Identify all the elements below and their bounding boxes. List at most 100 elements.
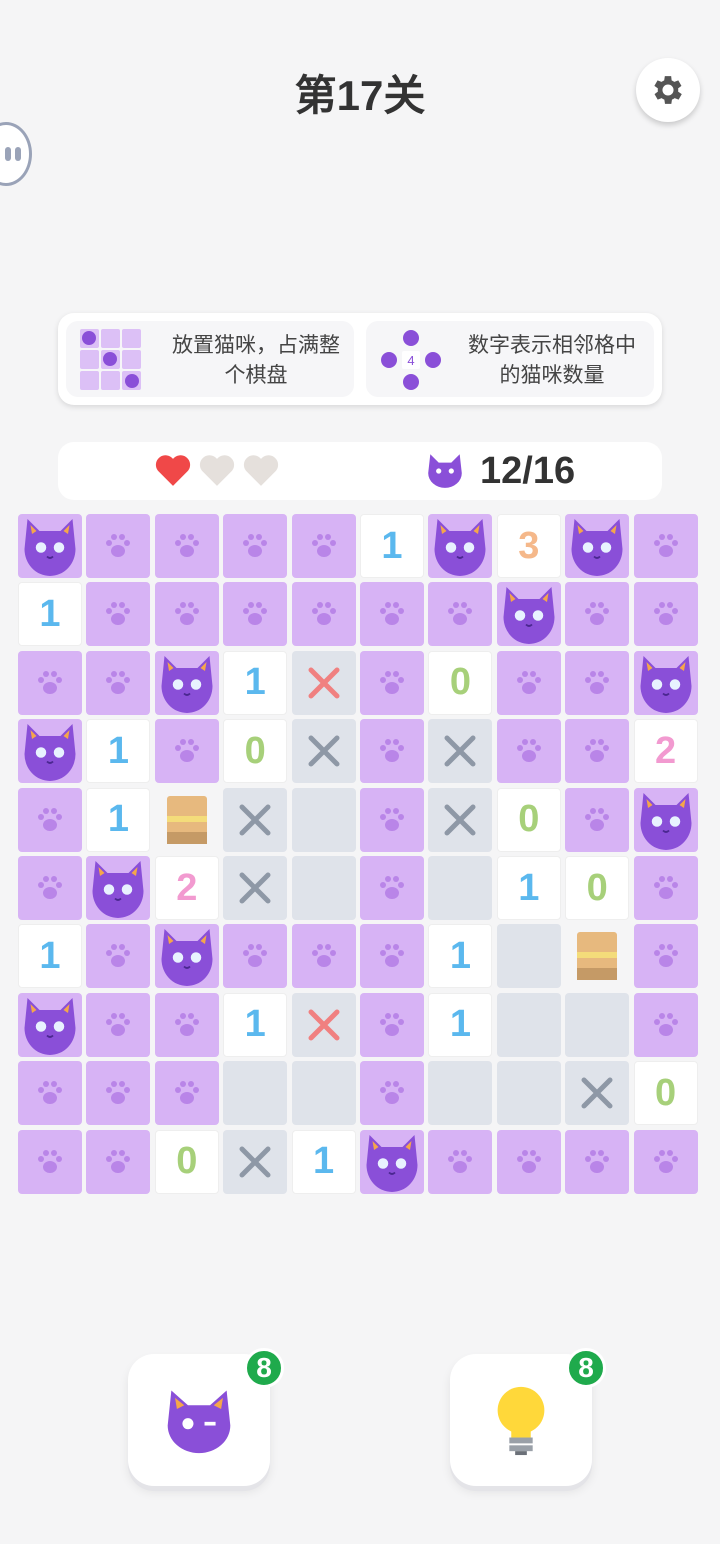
board-cell-number[interactable]: 2: [154, 856, 219, 920]
board-cell-x[interactable]: [428, 787, 493, 852]
board-cell-paw[interactable]: [223, 924, 288, 989]
board-cell-number[interactable]: 1: [428, 992, 493, 1057]
place-cat-button[interactable]: 8: [128, 1348, 284, 1486]
board-cell-empty[interactable]: [428, 856, 493, 920]
board-cell-number[interactable]: 2: [633, 719, 698, 784]
board-cell-x[interactable]: [428, 719, 493, 784]
board-cell-paw[interactable]: [154, 992, 219, 1057]
board-cell-empty[interactable]: [291, 1061, 356, 1126]
board-cell-paw[interactable]: [565, 582, 630, 647]
board-cell-paw[interactable]: [633, 992, 698, 1057]
board-cell-paw[interactable]: [223, 514, 288, 578]
board-cell-paw[interactable]: [496, 1129, 561, 1194]
board-cell-paw[interactable]: [154, 1061, 219, 1126]
board-cell-paw[interactable]: [360, 924, 424, 989]
board-cell-x[interactable]: [223, 856, 288, 920]
side-menu-button[interactable]: [0, 122, 32, 186]
board-cell-x[interactable]: [223, 787, 288, 852]
board-cell-paw[interactable]: [360, 992, 424, 1057]
board-cell-number[interactable]: 0: [223, 719, 288, 784]
board-cell-paw[interactable]: [565, 719, 630, 784]
board-cell-paw[interactable]: [633, 514, 698, 578]
board-cell-cat[interactable]: [154, 924, 219, 989]
board-cell-box[interactable]: [154, 787, 219, 852]
board-cell-paw[interactable]: [154, 582, 219, 647]
board-cell-paw[interactable]: [223, 582, 288, 647]
board-cell-paw[interactable]: [360, 650, 424, 715]
board-cell-paw[interactable]: [18, 650, 82, 715]
board-cell-number[interactable]: 1: [18, 924, 82, 989]
board-cell-number[interactable]: 0: [154, 1129, 219, 1194]
board-cell-paw[interactable]: [496, 650, 561, 715]
board-cell-cat[interactable]: [18, 514, 82, 578]
board-cell-number[interactable]: 1: [223, 992, 288, 1057]
board-cell-number[interactable]: 1: [86, 787, 151, 852]
board-cell-cat[interactable]: [18, 719, 82, 784]
board-cell-paw[interactable]: [496, 719, 561, 784]
board-cell-paw[interactable]: [154, 719, 219, 784]
board-cell-paw[interactable]: [360, 719, 424, 784]
board-cell-paw[interactable]: [633, 1129, 698, 1194]
board-cell-x[interactable]: [291, 719, 356, 784]
board-cell-number[interactable]: 3: [496, 514, 561, 578]
board-cell-empty[interactable]: [428, 1061, 493, 1126]
board-cell-number[interactable]: 1: [291, 1129, 356, 1194]
board-cell-paw[interactable]: [360, 856, 424, 920]
board-cell-paw[interactable]: [360, 582, 424, 647]
board-cell-empty[interactable]: [291, 856, 356, 920]
board-cell-number[interactable]: 0: [496, 787, 561, 852]
board-cell-paw[interactable]: [633, 924, 698, 989]
board-cell-number[interactable]: 1: [428, 924, 493, 989]
board-cell-paw[interactable]: [633, 856, 698, 920]
board-cell-paw[interactable]: [18, 787, 82, 852]
board-cell-paw[interactable]: [86, 650, 151, 715]
board-cell-paw[interactable]: [428, 1129, 493, 1194]
board-cell-x-wrong[interactable]: [291, 992, 356, 1057]
board-cell-paw[interactable]: [86, 992, 151, 1057]
settings-button[interactable]: [636, 58, 700, 122]
board-cell-paw[interactable]: [18, 1129, 82, 1194]
board-cell-paw[interactable]: [86, 924, 151, 989]
board-cell-number[interactable]: 1: [223, 650, 288, 715]
board-cell-x[interactable]: [223, 1129, 288, 1194]
board-cell-number[interactable]: 1: [86, 719, 151, 784]
board-cell-paw[interactable]: [565, 787, 630, 852]
board-cell-empty[interactable]: [223, 1061, 288, 1126]
board-cell-paw[interactable]: [291, 514, 356, 578]
board-cell-paw[interactable]: [291, 582, 356, 647]
board-cell-paw[interactable]: [86, 1061, 151, 1126]
board-cell-paw[interactable]: [154, 514, 219, 578]
board-cell-cat[interactable]: [496, 582, 561, 647]
board-cell-paw[interactable]: [565, 650, 630, 715]
board-cell-paw[interactable]: [86, 582, 151, 647]
board-cell-empty[interactable]: [565, 992, 630, 1057]
board-cell-x-wrong[interactable]: [291, 650, 356, 715]
board-cell-empty[interactable]: [496, 924, 561, 989]
board-cell-box[interactable]: [565, 924, 630, 989]
board-cell-paw[interactable]: [86, 1129, 151, 1194]
board-cell-empty[interactable]: [496, 992, 561, 1057]
board-cell-cat[interactable]: [86, 856, 151, 920]
hint-button[interactable]: 8: [450, 1348, 606, 1486]
board-cell-paw[interactable]: [18, 856, 82, 920]
board-cell-x[interactable]: [565, 1061, 630, 1126]
board-cell-cat[interactable]: [428, 514, 493, 578]
board-cell-cat[interactable]: [18, 992, 82, 1057]
board-cell-paw[interactable]: [360, 1061, 424, 1126]
board-cell-paw[interactable]: [291, 924, 356, 989]
board-cell-paw[interactable]: [428, 582, 493, 647]
board-cell-cat[interactable]: [360, 1129, 424, 1194]
board-cell-number[interactable]: 0: [565, 856, 630, 920]
board-cell-paw[interactable]: [86, 514, 151, 578]
board-cell-empty[interactable]: [496, 1061, 561, 1126]
board-cell-number[interactable]: 0: [428, 650, 493, 715]
board-cell-number[interactable]: 1: [18, 582, 82, 647]
board-cell-paw[interactable]: [633, 582, 698, 647]
board-cell-number[interactable]: 1: [496, 856, 561, 920]
board-cell-number[interactable]: 0: [633, 1061, 698, 1126]
board-cell-cat[interactable]: [154, 650, 219, 715]
board-cell-cat[interactable]: [565, 514, 630, 578]
board-cell-number[interactable]: 1: [360, 514, 424, 578]
board-cell-paw[interactable]: [360, 787, 424, 852]
board-cell-paw[interactable]: [565, 1129, 630, 1194]
